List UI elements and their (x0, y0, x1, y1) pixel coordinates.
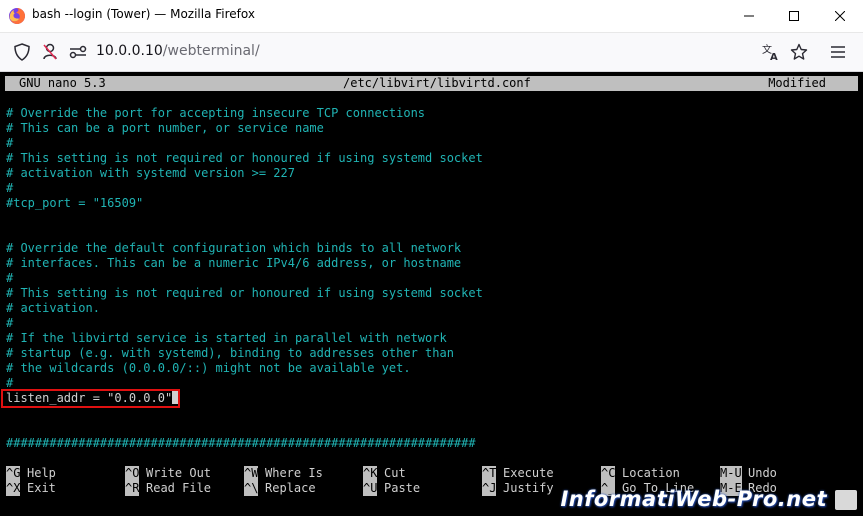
shortcut-label: Where Is (265, 466, 323, 480)
comment-line: # This can be a port number, or service … (6, 121, 324, 136)
line-text: # activation with systemd version >= 227 (6, 166, 295, 180)
line-text: # This setting is not required or honour… (6, 151, 483, 165)
maximize-icon (789, 11, 799, 21)
shortcut-label: Paste (384, 481, 421, 495)
line-text: # interfaces. This can be a numeric IPv4… (6, 256, 462, 270)
comment-line: # This setting is not required or honour… (6, 151, 483, 166)
svg-text:A: A (770, 52, 778, 61)
shortcut-label: Help (27, 466, 56, 480)
shortcut-key: ^\ (244, 481, 259, 496)
permissions-icon[interactable] (40, 42, 60, 62)
shortcut-key: ^W (244, 466, 259, 481)
line-text: # This can be a port number, or service … (6, 121, 324, 135)
comment-line: # Override the port for accepting insecu… (6, 106, 425, 121)
line-text: # (6, 271, 14, 285)
line-text: # Override the default configuration whi… (6, 241, 462, 255)
comment-line: # (6, 316, 13, 331)
shortcut-key: ^G (6, 466, 21, 481)
line-text: # (6, 181, 14, 195)
close-button[interactable] (817, 0, 863, 32)
line-text: # (6, 136, 14, 150)
comment-line: #tcp_port = "16509" (6, 196, 143, 211)
menu-icon[interactable] (828, 42, 848, 62)
comment-line: # startup (e.g. with systemd), binding t… (6, 346, 454, 361)
firefox-icon (8, 7, 26, 25)
line-text: # This setting is not required or honour… (6, 286, 483, 300)
highlight-box (1, 389, 180, 408)
line-text: ########################################… (6, 436, 476, 450)
line-text: # (6, 316, 14, 330)
url-host: 10.0.0.10 (96, 43, 163, 59)
translate-icon[interactable]: 文A (760, 42, 780, 62)
comment-line: # Override the default configuration whi… (6, 241, 461, 256)
shortcut-key: ^C (601, 466, 616, 481)
shortcut-label: Exit (27, 481, 56, 495)
navigation-bar: 10.0.0.10/webterminal/ 文A (0, 33, 863, 72)
minimize-button[interactable] (726, 0, 772, 32)
line-text: # (6, 376, 14, 390)
comment-line: # (6, 181, 13, 196)
watermark: InformatiWeb-Pro.net (560, 487, 827, 511)
nano-status: Modified (768, 76, 826, 90)
shortcut-label: Write Out (146, 466, 212, 480)
comment-line: # the wildcards (0.0.0.0/::) might not b… (6, 361, 411, 376)
shortcut-label: Location (622, 466, 680, 480)
shortcut-label: Justify (503, 481, 554, 495)
shortcut-label: Read File (146, 481, 212, 495)
shortcut-key: ^X (6, 481, 21, 496)
watermark-logo-icon (835, 490, 857, 510)
star-icon[interactable] (789, 42, 809, 62)
comment-line: # (6, 271, 13, 286)
shortcut-key: ^K (363, 466, 378, 481)
shortcut-key: M-U (720, 466, 742, 481)
shortcut-key: ^T (482, 466, 497, 481)
nano-filename: /etc/libvirt/libvirtd.conf (343, 76, 531, 90)
maximize-button[interactable] (771, 0, 817, 32)
comment-line: # This setting is not required or honour… (6, 286, 483, 301)
comment-line: # activation. (6, 301, 100, 316)
comment-line: # activation with systemd version >= 227 (6, 166, 295, 181)
comment-line: # interfaces. This can be a numeric IPv4… (6, 256, 461, 271)
shortcut-key: ^R (125, 481, 140, 496)
close-icon (835, 11, 845, 21)
line-text: #tcp_port = "16509" (6, 196, 144, 210)
shortcut-label: Execute (503, 466, 554, 480)
line-text: # the wildcards (0.0.0.0/::) might not b… (6, 361, 411, 375)
nano-header: GNU nano 5.3 /etc/libvirt/libvirtd.conf … (5, 76, 858, 91)
shortcut-label: Cut (384, 466, 406, 480)
comment-line: # If the libvirtd service is started in … (6, 331, 447, 346)
line-text: # If the libvirtd service is started in … (6, 331, 447, 345)
shortcut-label: Undo (748, 466, 777, 480)
web-terminal[interactable]: GNU nano 5.3 /etc/libvirt/libvirtd.conf … (0, 72, 863, 516)
shortcut-label: Replace (265, 481, 316, 495)
line-text: # Override the port for accepting insecu… (6, 106, 426, 120)
site-info-icon[interactable] (68, 42, 88, 62)
shortcut-key: ^O (125, 466, 140, 481)
shortcut-key: ^U (363, 481, 378, 496)
nano-version: GNU nano 5.3 (19, 76, 106, 90)
window-titlebar: bash --login (Tower) — Mozilla Firefox (0, 0, 863, 33)
shield-icon[interactable] (12, 42, 32, 62)
url-path: /webterminal/ (162, 43, 260, 59)
line-text: # activation. (6, 301, 100, 315)
minimize-icon (744, 15, 754, 17)
line-text: # startup (e.g. with systemd), binding t… (6, 346, 454, 360)
comment-line: # (6, 136, 13, 151)
url-bar[interactable]: 10.0.0.10/webterminal/ (96, 43, 260, 59)
comment-line: ########################################… (6, 436, 476, 451)
shortcut-key: ^J (482, 481, 497, 496)
window-title: bash --login (Tower) — Mozilla Firefox (32, 7, 255, 21)
